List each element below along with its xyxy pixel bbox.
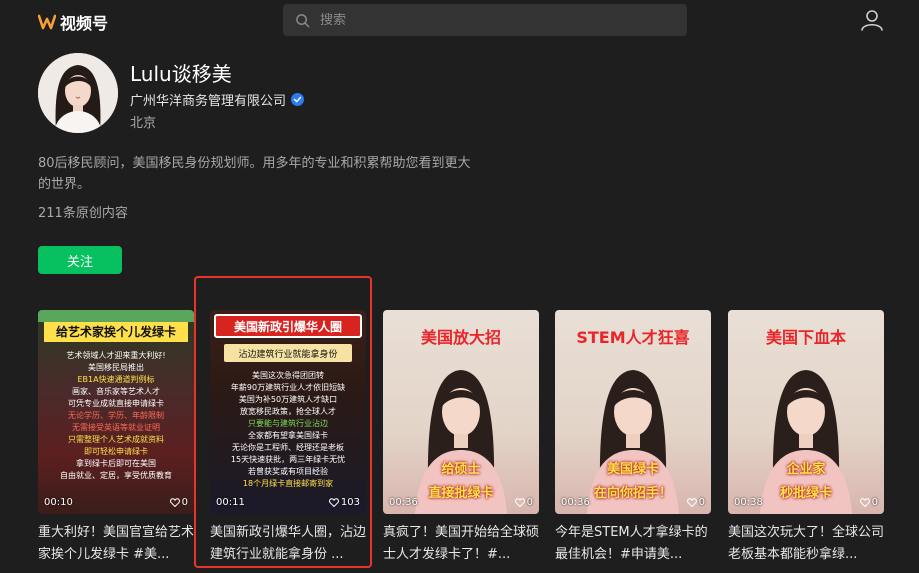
search-icon bbox=[296, 13, 310, 27]
thumbnail-title: STEM人才狂喜 bbox=[576, 328, 690, 347]
video-duration: 00:11 bbox=[216, 497, 245, 508]
search-bar[interactable] bbox=[283, 4, 687, 36]
thumbnail-overlay-line: 给硕士 bbox=[441, 462, 481, 477]
video-thumbnail[interactable]: 美国放大招 给硕士 直接批绿卡 00:36 0 bbox=[383, 310, 539, 514]
video-card[interactable]: 美国下血本 企业家 秒批绿卡 00:38 0 美国这次玩大了！全球公司老板基本都… bbox=[728, 310, 884, 566]
video-thumbnail[interactable]: 美国新政引爆华人圈 沾边建筑行业就能拿身份 美国这次急得团团转 年薪90万建筑行… bbox=[210, 310, 366, 514]
video-duration: 00:36 bbox=[389, 497, 418, 508]
heart-icon bbox=[514, 498, 525, 507]
thumbnail-overlay-line: 企业家 bbox=[786, 462, 826, 477]
video-duration: 00:36 bbox=[561, 497, 590, 508]
heart-icon bbox=[328, 498, 339, 507]
app-logo[interactable]: 视频号 bbox=[38, 10, 108, 34]
channels-logo-icon bbox=[38, 14, 56, 30]
video-thumbnail[interactable]: STEM人才狂喜 美国绿卡 在向你招手！ 00:36 0 bbox=[555, 310, 711, 514]
video-thumbnail[interactable]: 给艺术家挨个儿发绿卡 艺术领域人才迎来重大利好! 美国移民局推出 EB1A快速通… bbox=[38, 310, 194, 514]
like-count: 0 bbox=[169, 497, 188, 508]
video-caption[interactable]: 今年是STEM人才拿绿卡的最佳机会！#申请美... bbox=[555, 522, 711, 566]
follow-button[interactable]: 关注 bbox=[38, 246, 122, 274]
search-input[interactable] bbox=[320, 12, 660, 28]
video-duration: 00:10 bbox=[44, 497, 73, 508]
video-caption[interactable]: 重大利好！美国官宣给艺术家挨个儿发绿卡 #美... bbox=[38, 522, 194, 566]
company-name-row: 广州华洋商务管理有限公司 bbox=[130, 90, 305, 109]
thumbnail-title: 美国放大招 bbox=[420, 328, 501, 347]
thumbnail-overlay-line: 美国绿卡 bbox=[606, 462, 659, 477]
video-caption[interactable]: 真疯了！美国开始给全球硕士人才发绿卡了！#... bbox=[383, 522, 539, 566]
heart-icon bbox=[169, 498, 180, 507]
video-duration: 00:38 bbox=[734, 497, 763, 508]
user-icon[interactable] bbox=[860, 9, 884, 31]
video-card[interactable]: 美国放大招 给硕士 直接批绿卡 00:36 0 真疯了！美国开始给全球硕士人才发… bbox=[383, 310, 539, 566]
profile-bio: 80后移民顾问，美国移民身份规划师。用多年的专业和积累帮助您看到更大的世界。 bbox=[38, 156, 471, 192]
thumbnail-title: 美国新政引爆华人圈 bbox=[233, 320, 342, 334]
video-thumbnail[interactable]: 美国下血本 企业家 秒批绿卡 00:38 0 bbox=[728, 310, 884, 514]
profile-name: Lulu谈移美 bbox=[130, 62, 232, 86]
avatar bbox=[38, 53, 118, 133]
thumbnail-text: 美国这次急得团团转 年薪90万建筑行业人才依旧短缺 美国为补50万建筑人才缺口 … bbox=[230, 371, 346, 488]
video-card[interactable]: 给艺术家挨个儿发绿卡 艺术领域人才迎来重大利好! 美国移民局推出 EB1A快速通… bbox=[38, 310, 194, 566]
thumbnail-title: 美国下血本 bbox=[765, 328, 846, 347]
like-count: 0 bbox=[859, 497, 878, 508]
heart-icon bbox=[859, 498, 870, 507]
heart-icon bbox=[686, 498, 697, 507]
video-card[interactable]: 美国新政引爆华人圈 沾边建筑行业就能拿身份 美国这次急得团团转 年薪90万建筑行… bbox=[210, 310, 366, 566]
like-count: 0 bbox=[686, 497, 705, 508]
thumbnail-title: 给艺术家挨个儿发绿卡 bbox=[55, 325, 176, 339]
thumbnail-subtitle: 沾边建筑行业就能拿身份 bbox=[238, 350, 338, 360]
video-caption[interactable]: 美国这次玩大了！全球公司老板基本都能秒拿绿... bbox=[728, 522, 884, 566]
company-name: 广州华洋商务管理有限公司 bbox=[130, 94, 287, 109]
like-count: 0 bbox=[514, 497, 533, 508]
thumbnail-text: 艺术领域人才迎来重大利好! 美国移民局推出 EB1A快速通道判例标 画家、音乐家… bbox=[60, 351, 172, 480]
video-card[interactable]: STEM人才狂喜 美国绿卡 在向你招手！ 00:36 0 今年是STEM人才拿绿… bbox=[555, 310, 711, 566]
verified-icon bbox=[291, 93, 305, 106]
app-name: 视频号 bbox=[60, 14, 109, 33]
like-count: 103 bbox=[328, 497, 360, 508]
post-count: 211条原创内容 bbox=[38, 206, 128, 221]
location: 北京 bbox=[130, 116, 157, 131]
video-caption[interactable]: 美国新政引爆华人圈，沾边建筑行业就能拿身份 ... bbox=[210, 522, 366, 566]
